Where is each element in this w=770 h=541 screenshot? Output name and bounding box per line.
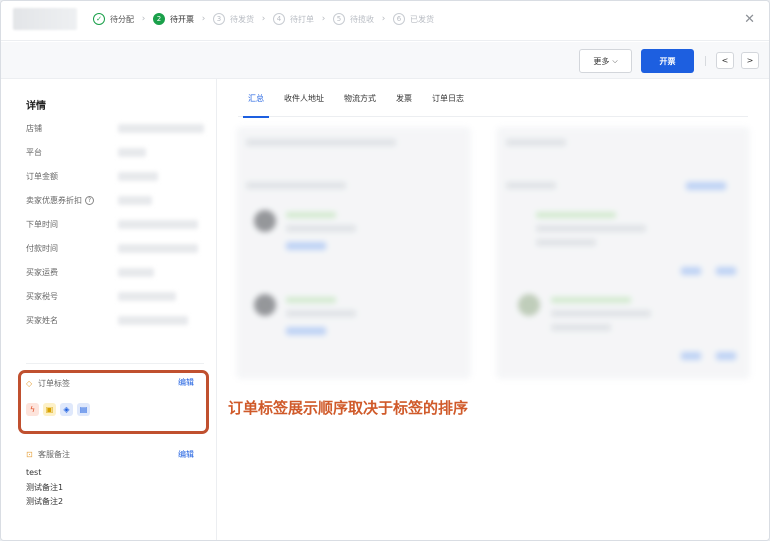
field-label: 卖家优惠券折扣 (26, 196, 82, 205)
blurred-value (118, 124, 204, 133)
chevron-right-icon: › (201, 14, 206, 24)
main-panel: 汇总 收件人地址 物流方式 发票 订单日志 (218, 79, 769, 540)
tab-recipient-address[interactable]: 收件人地址 (274, 79, 334, 117)
shield-tag-icon[interactable]: ◈ (60, 403, 73, 416)
order-tags-title: 订单标签 (38, 379, 70, 388)
step-5: 5 待揽收 (333, 13, 374, 25)
blurred-card-right (496, 127, 750, 379)
divider (26, 363, 204, 364)
field-order-time: 下单时间 (26, 220, 58, 229)
step-label: 待发货 (230, 14, 254, 24)
tab-summary[interactable]: 汇总 (238, 79, 274, 118)
blurred-value (118, 268, 154, 277)
help-icon[interactable]: ? (85, 196, 94, 205)
blurred-value (118, 172, 158, 181)
next-order-button[interactable]: > (741, 52, 759, 69)
field-buyer-tax-id: 买家税号 (26, 292, 58, 301)
step-label: 待开票 (170, 14, 194, 24)
tab-invoice[interactable]: 发票 (386, 79, 422, 117)
edit-remark-link[interactable]: 编辑 (178, 449, 194, 460)
blurred-value (118, 316, 188, 325)
blurred-value (118, 244, 198, 253)
field-order-amount: 订单金额 (26, 172, 58, 181)
blurred-value (118, 196, 152, 205)
invoice-button[interactable]: 开票 (641, 49, 694, 73)
action-toolbar: 更多 ⌵ 开票 < > (1, 42, 769, 79)
chevron-right-icon: › (381, 14, 386, 24)
order-tags-header: ◇ 订单标签 (26, 378, 70, 389)
blurred-card-left (236, 127, 471, 379)
lightning-tag-icon[interactable]: ϟ (26, 403, 39, 416)
chevron-right-icon: › (141, 14, 146, 24)
step-number: 6 (393, 13, 405, 25)
box-tag-icon[interactable]: ▣ (43, 403, 56, 416)
tab-shipping-method[interactable]: 物流方式 (334, 79, 386, 117)
blurred-logo (13, 8, 77, 30)
annotation-text: 订单标签展示顺序取决于标签的排序 (228, 399, 469, 417)
chevron-right-icon: › (321, 14, 326, 24)
remark-line: 测试备注2 (26, 497, 64, 506)
step-4: 4 待打单 (273, 13, 314, 25)
remark-line: test (26, 468, 42, 477)
step-number: 5 (333, 13, 345, 25)
tag-icon: ◇ (26, 379, 33, 388)
field-store: 店铺 (26, 124, 42, 133)
detail-tabs: 汇总 收件人地址 物流方式 发票 订单日志 (238, 79, 748, 118)
blurred-value (118, 292, 176, 301)
check-icon: ✓ (93, 13, 105, 25)
chevron-down-icon: ⌵ (612, 56, 618, 65)
remark-line: 测试备注1 (26, 483, 64, 492)
blurred-value (118, 220, 198, 229)
more-button[interactable]: 更多 ⌵ (579, 49, 632, 73)
remark-title: 客服备注 (38, 450, 70, 459)
blurred-value (118, 148, 146, 157)
tag-list: ϟ ▣ ◈ ▤ (26, 403, 90, 416)
field-payment-time: 付款时间 (26, 244, 58, 253)
remark-header: ⊡ 客服备注 (26, 449, 70, 460)
step-number: 4 (273, 13, 285, 25)
order-tags-section: ◇ 订单标签 编辑 ϟ ▣ ◈ ▤ (18, 370, 209, 434)
field-buyer-name: 买家姓名 (26, 316, 58, 325)
step-number: 3 (213, 13, 225, 25)
step-6: 6 已发货 (393, 13, 434, 25)
blurred-summary-content (236, 127, 750, 379)
separator (705, 56, 706, 66)
detail-sidebar: 详情 店铺 平台 订单金额 卖家优惠券折扣? 下单时间 付款时间 买家运费 买家… (1, 79, 217, 540)
chevron-right-icon: › (261, 14, 266, 24)
step-label: 待揽收 (350, 14, 374, 24)
order-detail-dialog: ✓ 待分配 › 2 待开票 › 3 待发货 › 4 待打单 › 5 待揽收 › 6 已发货 … (0, 0, 770, 541)
step-3: 3 待发货 (213, 13, 254, 25)
step-label: 待分配 (110, 14, 134, 24)
field-buyer-shipping: 买家运费 (26, 268, 58, 277)
more-label: 更多 (593, 56, 610, 66)
edit-tags-link[interactable]: 编辑 (178, 377, 194, 388)
dialog-header: ✓ 待分配 › 2 待开票 › 3 待发货 › 4 待打单 › 5 待揽收 › 6 已发货 … (1, 1, 769, 41)
step-label: 已发货 (410, 14, 434, 24)
step-1: ✓ 待分配 (93, 13, 134, 25)
note-icon: ⊡ (26, 450, 33, 459)
field-platform: 平台 (26, 148, 42, 157)
tab-order-log[interactable]: 订单日志 (422, 79, 474, 117)
close-icon[interactable]: ✕ (744, 13, 755, 27)
order-progress-steps: ✓ 待分配 › 2 待开票 › 3 待发货 › 4 待打单 › 5 待揽收 › 6 已发货 (93, 13, 434, 25)
step-2: 2 待开票 (153, 13, 194, 25)
field-coupon-discount: 卖家优惠券折扣? (26, 195, 94, 206)
bag-tag-icon[interactable]: ▤ (77, 403, 90, 416)
step-number: 2 (153, 13, 165, 25)
step-label: 待打单 (290, 14, 314, 24)
prev-order-button[interactable]: < (716, 52, 734, 69)
detail-title: 详情 (26, 101, 46, 112)
